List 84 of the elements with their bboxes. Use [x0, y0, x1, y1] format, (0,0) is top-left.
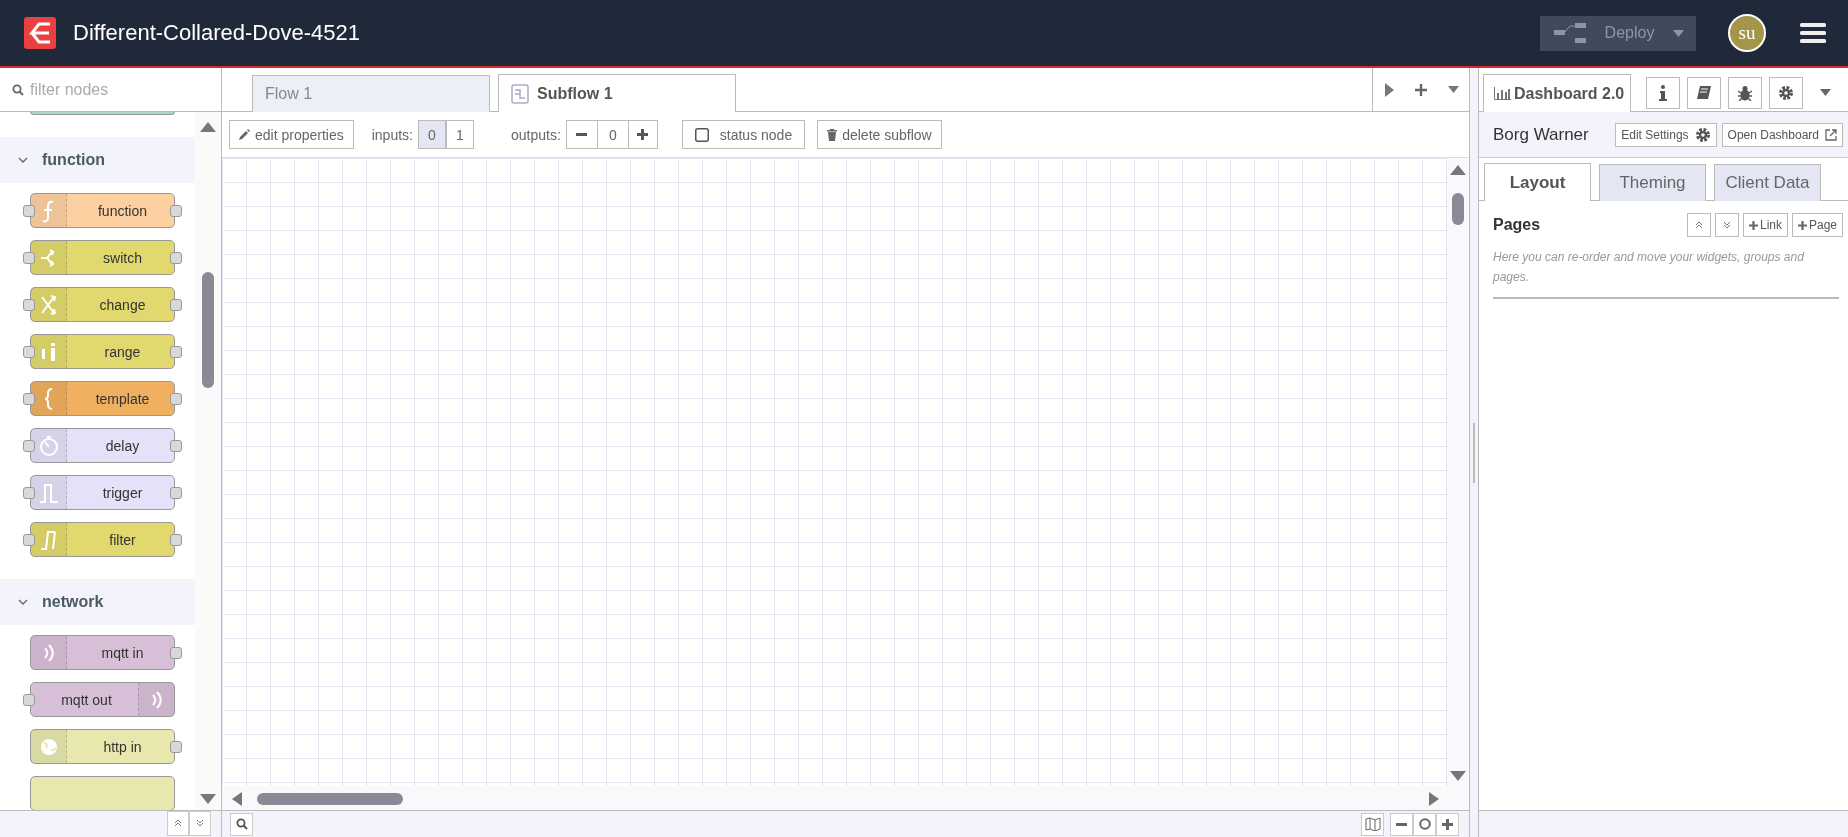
palette-node[interactable] [30, 776, 175, 810]
sidebar-tab[interactable] [1769, 76, 1804, 109]
scroll-down-icon[interactable] [1450, 771, 1466, 781]
minus-icon [576, 133, 588, 136]
sidebar-tab[interactable] [1728, 76, 1763, 109]
filter-field[interactable]: filter nodes [28, 79, 198, 100]
book-icon [1696, 84, 1713, 101]
inputs-label: inputs: [371, 126, 413, 143]
add-page-button[interactable]: Page [1791, 213, 1843, 237]
palette-node[interactable] [30, 112, 175, 115]
deploy-icon [1554, 22, 1586, 44]
double-up-icon [174, 819, 182, 827]
dashboard-tab[interactable]: Theming [1599, 164, 1706, 201]
bar-chart-icon [1494, 87, 1511, 100]
navigator-button[interactable] [1361, 812, 1384, 836]
plus-icon [1748, 220, 1758, 230]
add-link-button[interactable]: Link [1742, 213, 1788, 237]
scroll-up-icon[interactable] [1450, 165, 1466, 175]
double-down-icon [1722, 221, 1731, 229]
resize-handle[interactable] [1473, 422, 1475, 483]
add-icon[interactable] [1415, 83, 1427, 96]
double-up-icon [1694, 221, 1703, 229]
collapse-all-button[interactable] [167, 811, 189, 836]
input-count-option[interactable]: 1 [445, 120, 474, 149]
input-count-option[interactable]: 0 [417, 120, 446, 149]
outputs-field[interactable]: 0 [597, 120, 628, 149]
plus-icon [637, 129, 649, 140]
delete-subflow-button[interactable]: delete subflow [817, 120, 942, 149]
plus-icon [1797, 220, 1807, 230]
logo-icon [24, 17, 56, 49]
scrollbar-thumb[interactable] [202, 272, 215, 388]
scrollbar-thumb[interactable] [1452, 193, 1464, 225]
decrement-button[interactable] [565, 120, 598, 149]
scrollbar-thumb[interactable] [257, 793, 403, 805]
shuffle-icon [38, 292, 59, 317]
edit-properties-button[interactable]: edit properties [229, 120, 354, 149]
search-button[interactable] [230, 812, 253, 836]
subflow-icon [511, 83, 529, 104]
category-header[interactable]: network [0, 579, 196, 625]
search-icon [235, 818, 248, 830]
help-text: Here you can re-order and move your widgets, groups and pages. [1493, 249, 1805, 286]
settings-icon [1778, 84, 1795, 101]
trash-icon [827, 128, 838, 141]
sidebar-tab[interactable]: Dashboard 2.0 [1483, 74, 1632, 112]
settings-icon [1694, 126, 1711, 143]
caret-icon [1673, 29, 1684, 37]
increment-button[interactable] [627, 120, 658, 149]
status-node-toggle[interactable]: status node [681, 120, 806, 149]
pages-title: Pages [1493, 216, 1542, 234]
sidebar-tab[interactable] [1687, 76, 1722, 109]
timer-icon [38, 433, 59, 458]
caret-icon[interactable] [1820, 89, 1832, 96]
bug-icon [1737, 84, 1754, 101]
zoom-in-button[interactable] [1436, 812, 1459, 836]
zoom-reset-button[interactable] [1413, 812, 1436, 836]
scroll-left-icon[interactable] [232, 792, 242, 806]
map-icon [1364, 817, 1381, 831]
zoom-out-button[interactable] [1390, 812, 1413, 836]
caret-icon[interactable] [1447, 86, 1459, 93]
info-icon [1659, 84, 1668, 101]
menu-icon[interactable] [1800, 22, 1826, 44]
plus-icon [1442, 818, 1453, 830]
pencil-icon [239, 129, 250, 140]
circle-icon [1418, 818, 1431, 830]
outputs-label: outputs: [510, 126, 561, 143]
expand-all-button[interactable] [189, 811, 211, 836]
scroll-right-icon[interactable] [1429, 792, 1439, 806]
project-title: Different-Collared-Dove-4521 [73, 20, 361, 46]
open-dashboard-button[interactable]: Open Dashboard [1721, 122, 1843, 147]
scroll-up-icon[interactable] [200, 122, 217, 132]
scroll-right-icon[interactable] [1384, 82, 1394, 97]
search-icon [12, 83, 24, 96]
checkbox-icon [694, 127, 709, 142]
double-down-icon [196, 819, 204, 827]
scroll-down-icon[interactable] [200, 794, 217, 804]
external-link-icon [1825, 128, 1837, 141]
dashboard-name: Borg Warner [1493, 124, 1590, 145]
sidebar-tab[interactable] [1646, 76, 1681, 109]
flow-tab[interactable]: Subflow 1 [498, 74, 736, 112]
category-header[interactable]: function [0, 137, 196, 183]
dashboard-tab[interactable]: Client Data [1714, 164, 1821, 201]
edit-settings-button[interactable]: Edit Settings [1615, 122, 1717, 147]
minus-icon [1396, 822, 1407, 826]
dashboard-tab[interactable]: Layout [1484, 163, 1591, 201]
